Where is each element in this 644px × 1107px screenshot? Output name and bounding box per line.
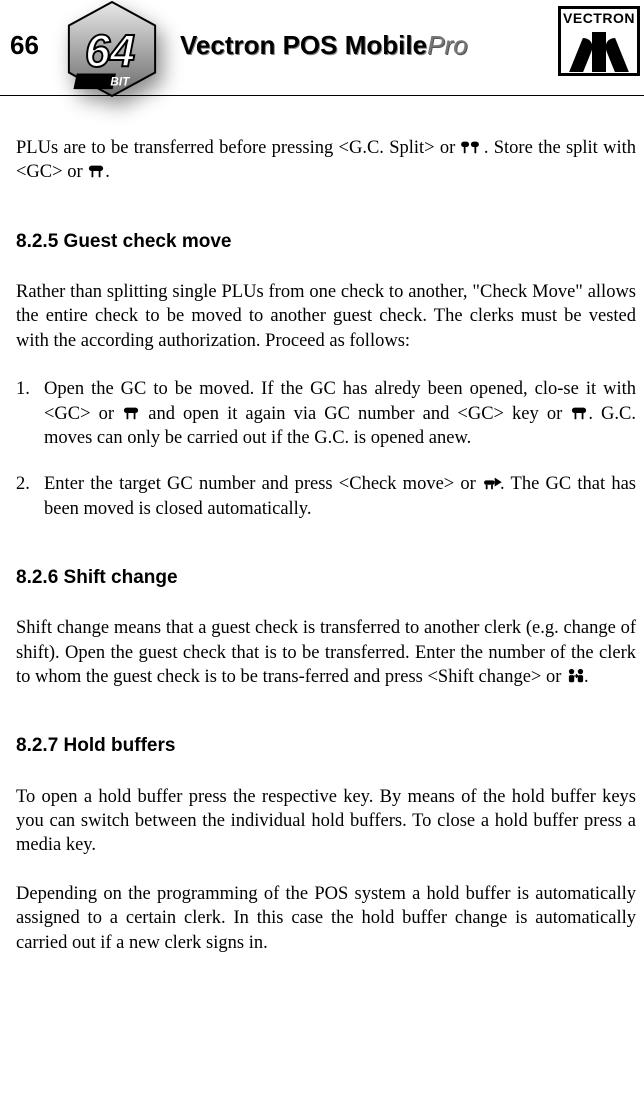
list-item: 1. Open the GC to be moved. If the GC ha… [16, 377, 636, 450]
table-single-icon [122, 404, 140, 420]
s826-paragraph: Shift change means that a guest check is… [16, 616, 636, 689]
list-item: 2. Enter the target GC number and press … [16, 472, 636, 521]
list-number: 2. [16, 472, 30, 496]
title-main: Vectron POS Mobile [180, 30, 427, 60]
text: Enter the target GC number and press <Ch… [44, 474, 482, 494]
text: Shift change means that a guest check is… [16, 618, 636, 687]
text: PLUs are to be transferred before pressi… [16, 138, 461, 158]
table-arrow-icon [482, 474, 500, 490]
s827-paragraph-1: To open a hold buffer press the respecti… [16, 785, 636, 858]
page-title: Vectron POS MobilePro [180, 28, 468, 62]
text: . [584, 667, 589, 687]
vectron-logo-stripes [561, 27, 637, 72]
s825-paragraph: Rather than splitting single PLUs from o… [16, 280, 636, 353]
page-header: 66 64 BIT Vectron POS MobilePro VECTRON [0, 0, 644, 96]
vectron-logo: VECTRON [558, 6, 640, 76]
person-swap-icon [566, 667, 584, 683]
list-number: 1. [16, 377, 30, 401]
badge-bit-text: BIT [110, 75, 130, 88]
vectron-logo-label: VECTRON [561, 9, 637, 27]
s825-list: 1. Open the GC to be moved. If the GC ha… [16, 377, 636, 521]
page-number: 66 [10, 28, 39, 62]
title-suffix: Pro [427, 30, 467, 60]
table-single-icon [570, 404, 588, 420]
bit64-badge: 64 BIT [63, 0, 161, 98]
s827-paragraph-2: Depending on the programming of the POS … [16, 882, 636, 955]
text: and open it again via GC number and <GC>… [148, 404, 570, 424]
badge-64-text: 64 [85, 26, 135, 77]
text: . [105, 162, 110, 182]
page-body: PLUs are to be transferred before pressi… [0, 136, 644, 955]
heading-8-2-5: 8.2.5 Guest check move [16, 229, 636, 254]
heading-8-2-6: 8.2.6 Shift change [16, 565, 636, 590]
intro-paragraph: PLUs are to be transferred before pressi… [16, 136, 636, 185]
heading-8-2-7: 8.2.7 Hold buffers [16, 733, 636, 758]
table-split-icon [461, 138, 479, 154]
table-single-icon [87, 162, 105, 178]
